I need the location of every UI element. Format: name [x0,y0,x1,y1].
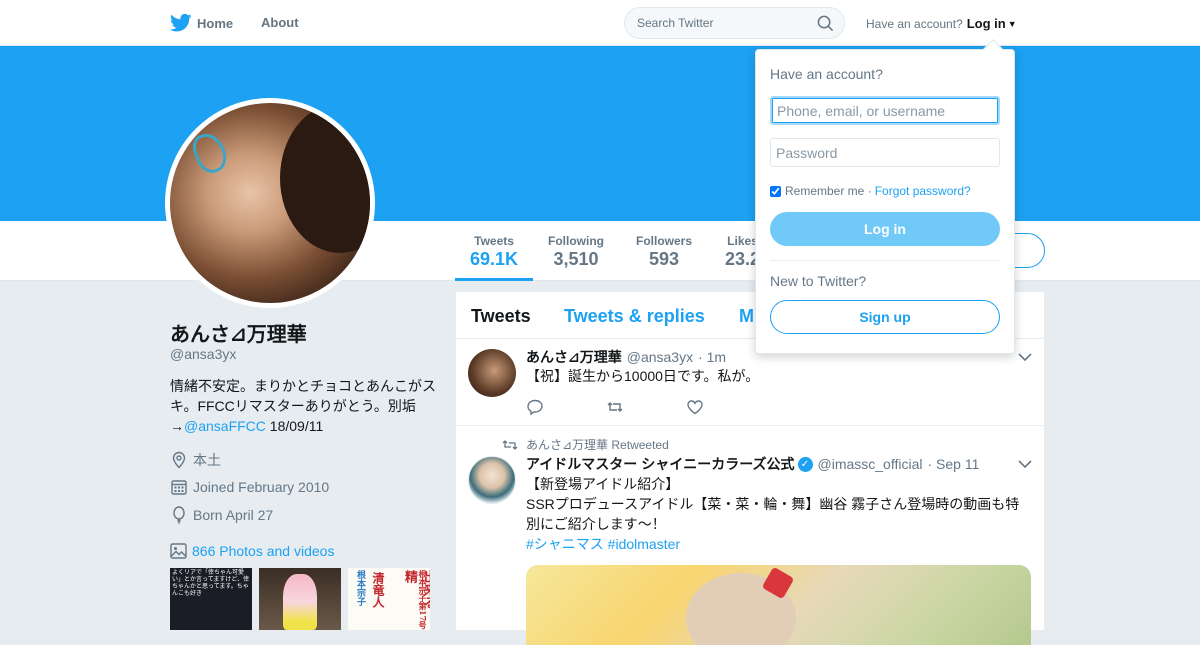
photos-link-label: 866 Photos and videos [192,543,335,559]
retweeted-by-text[interactable]: あんさ⊿万理華 Retweeted [526,436,669,453]
tweet-timestamp[interactable]: · 1m [698,349,726,365]
stat-tweets-label: Tweets [474,234,514,248]
profile-avatar[interactable] [165,98,375,308]
divider [770,260,1000,261]
tweet-actions [526,398,766,416]
remember-me-checkbox[interactable] [770,185,781,197]
nav-home-label: Home [197,15,234,31]
tweet-avatar[interactable] [468,349,516,397]
remember-me-row: Remember me · Forgot password? [770,184,971,198]
login-dropdown: Have an account? Remember me · Forgot pa… [755,39,1015,354]
tweet-hashtags[interactable]: #シャニマス #idolmaster [526,534,1026,554]
like-heart-icon[interactable] [686,398,704,416]
profile-birthday: Born April 27 [170,506,273,524]
stat-followers-value: 593 [648,249,680,269]
tweet-media-image[interactable] [526,565,1031,645]
top-navigation-bar: Home About Have an account? Log in ▼ [0,0,1200,46]
stat-tweets[interactable]: Tweets 69.1K [470,234,518,270]
search-icon[interactable] [817,15,834,32]
retweet-icon[interactable] [606,398,624,416]
tweet-item[interactable]: あんさ⊿万理華 Retweeted アイドルマスター シャイニーカラーズ公式 ✓… [456,426,1044,645]
tweet-author-name[interactable]: あんさ⊿万理華 [526,347,622,367]
profile-location: 本土 [170,450,221,470]
thumbnail-3-text-a: 根本宗子 [355,570,365,606]
media-thumbnail-1[interactable]: よくリアで「倖ちゃん可愛い」とか言ってますけど、倖ちゃんかと思ってます。ちゃんこ… [170,568,252,630]
forgot-password-link[interactable]: Forgot password? [875,184,971,198]
profile-joined: Joined February 2010 [170,478,329,496]
stat-following[interactable]: Following 3,510 [548,234,604,270]
remember-me-label[interactable]: Remember me · [785,184,872,198]
tweet-text-line-2: SSRプロデュースアイドル【菜・菜・輪・舞】幽谷 霧子さん登場時の動画も特別にご… [526,496,1020,532]
verified-badge-icon: ✓ [797,456,813,472]
retweet-context: あんさ⊿万理華 Retweeted [502,436,669,453]
tweet-author-name[interactable]: アイドルマスター シャイニーカラーズ公式 [526,454,795,474]
account-prompt: Have an account? Log in ▼ [866,16,1017,31]
tweet-timestamp[interactable]: · Sep 11 [928,456,980,472]
nav-home[interactable]: Home [170,13,233,33]
tweet-header: アイドルマスター シャイニーカラーズ公式 ✓ @imassc_official … [526,454,979,474]
stat-followers[interactable]: Followers 593 [636,234,692,270]
photos-videos-link[interactable]: 866 Photos and videos [170,543,334,559]
media-thumbnail-2[interactable] [259,568,341,630]
search-box[interactable] [624,7,845,39]
profile-avatar-photo [170,103,370,303]
location-pin-icon [172,451,186,469]
twitter-bird-icon [170,13,192,32]
tweet-author-handle[interactable]: @ansa3yx [627,349,693,365]
chevron-down-icon[interactable] [1018,352,1032,362]
tweet-text-line-1: 【新登場アイドル紹介】 [526,476,680,492]
username-input[interactable] [770,96,1000,125]
caret-down-icon[interactable]: ▼ [1008,19,1017,29]
profile-handle: @ansa3yx [170,346,237,362]
balloon-icon [173,506,185,524]
photo-icon [170,543,187,559]
nav-about[interactable]: About [261,15,299,30]
tweet-text: 【祝】誕生から10000日です。私が。 [526,368,760,384]
thumbnail-3-text-d: 根本宗子第17号 [418,570,428,630]
login-dropdown-toggle[interactable]: Log in [967,16,1006,31]
new-to-twitter-text: New to Twitter? [770,273,867,289]
stat-following-label: Following [548,234,604,248]
bio-link[interactable]: @ansaFFCC [184,418,266,434]
reply-icon[interactable] [526,398,544,416]
calendar-icon [171,480,187,495]
have-account-text: Have an account? [866,16,963,31]
signup-button[interactable]: Sign up [770,300,1000,334]
search-input[interactable] [637,16,807,30]
stat-followers-label: Followers [636,234,693,248]
tab-tweets-replies[interactable]: Tweets & replies [564,306,705,327]
retweet-icon [502,439,518,450]
tweet-text: 【新登場アイドル紹介】 SSRプロデュースアイドル【菜・菜・輪・舞】幽谷 霧子さ… [526,474,1026,554]
login-button[interactable]: Log in [770,212,1000,246]
tweet-header: あんさ⊿万理華 @ansa3yx · 1m [526,347,726,367]
profile-bio: 情緒不安定。まりかとチョコとあんこがスキ。FFCCリマスターありがとう。別垢→@… [170,376,440,436]
tab-tweets[interactable]: Tweets [471,306,531,327]
bio-suffix: 18/09/11 [265,418,324,434]
stat-following-value: 3,510 [553,249,599,269]
location-text: 本土 [193,452,221,468]
stat-tweets-value: 69.1K [470,249,519,269]
password-input[interactable] [770,138,1000,167]
thumbnail-3-text-b: 清竜人 [371,572,385,608]
media-thumbnail-3[interactable]: 根本宗子 清竜人 出来る、精 根本宗子第17号 [348,568,430,630]
tweet-avatar[interactable] [468,456,516,504]
profile-name: あんさ⊿万理華 [170,324,307,346]
birthday-text: Born April 27 [193,507,274,523]
tab-media[interactable]: M [739,306,754,327]
thumbnail-1-text: よくリアで「倖ちゃん可愛い」とか言ってますけど、倖ちゃんかと思ってます。ちゃんこ… [172,570,250,597]
active-tab-indicator [455,278,533,281]
tweet-author-handle[interactable]: @imassc_official [818,456,923,472]
login-dropdown-title: Have an account? [770,66,883,82]
joined-text: Joined February 2010 [193,479,330,495]
chevron-down-icon[interactable] [1018,459,1032,469]
